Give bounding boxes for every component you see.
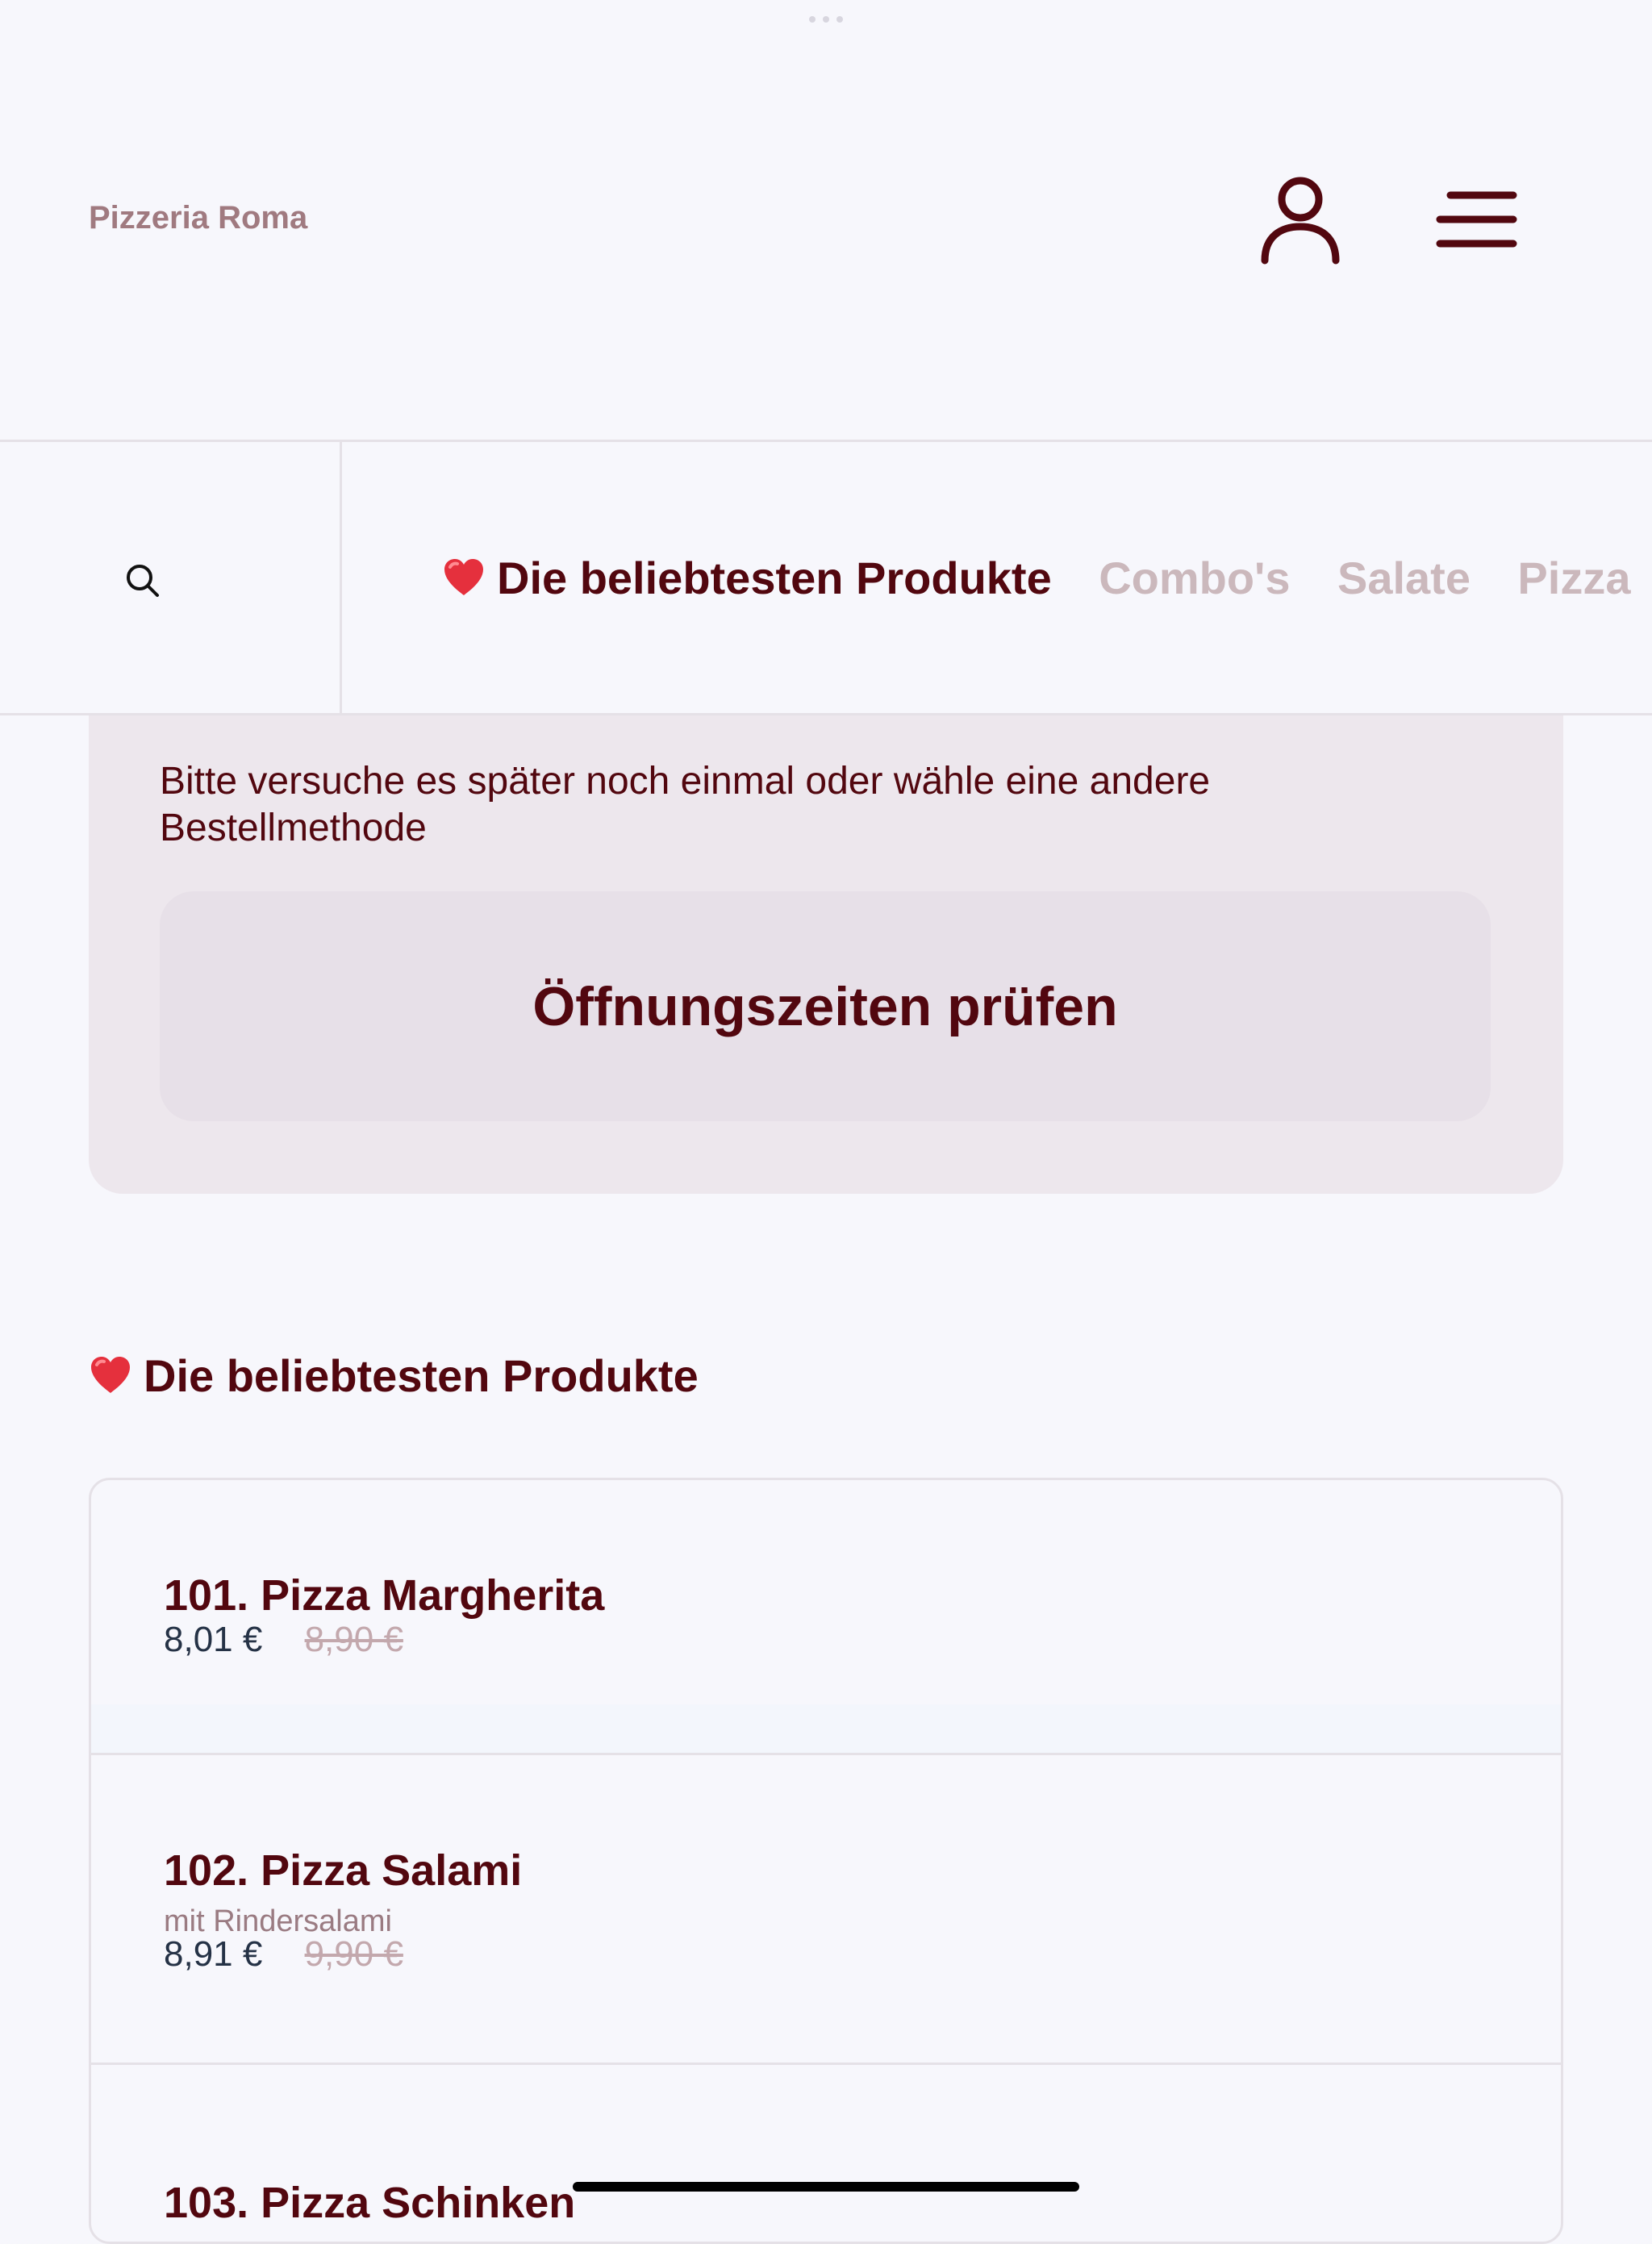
tab-salate[interactable]: Salate	[1337, 553, 1471, 604]
old-price: 9,90 €	[304, 1934, 403, 1974]
search-button[interactable]	[0, 442, 342, 713]
product-name: 103. Pizza Schinken	[164, 2179, 576, 2227]
product-row-pizza-salami[interactable]: 102. Pizza Salami mit Rindersalami 8,91 …	[91, 1753, 1561, 2065]
section-title-label: Die beliebtesten Produkte	[144, 1350, 699, 1401]
heart-icon	[91, 1357, 130, 1393]
check-opening-hours-button[interactable]: Öffnungszeiten prüfen	[160, 891, 1491, 1121]
old-price: 8,90 €	[304, 1620, 403, 1659]
product-row-pizza-margherita[interactable]: 101. Pizza Margherita 8,01 € 8,90 €	[91, 1480, 1561, 1753]
notice-message: Bitte versuche es später noch einmal ode…	[160, 760, 1211, 849]
product-list: 101. Pizza Margherita 8,01 € 8,90 € 102.…	[89, 1478, 1563, 2244]
product-price: 8,91 € 9,90 €	[164, 1934, 403, 1975]
category-navigation: Die beliebtesten Produkte Combo's Salate…	[0, 440, 1652, 715]
menu-icon[interactable]	[1434, 190, 1519, 250]
heart-icon	[444, 559, 483, 595]
tab-label: Die beliebtesten Produkte	[497, 553, 1052, 603]
section-title: Die beliebtesten Produkte	[89, 1349, 699, 1402]
product-name: 101. Pizza Margherita	[164, 1571, 605, 1620]
product-price: 8,01 € 8,90 €	[164, 1620, 403, 1660]
user-icon[interactable]	[1258, 173, 1343, 266]
ordering-unavailable-notice: Bitte versuche es später noch einmal ode…	[89, 682, 1563, 1194]
home-indicator	[573, 2182, 1079, 2192]
tab-combos[interactable]: Combo's	[1099, 553, 1290, 604]
header: Pizzeria Roma	[0, 0, 1652, 440]
product-row-pizza-schinken[interactable]: 103. Pizza Schinken	[91, 2065, 1561, 2242]
tab-die-beliebtesten-produkte[interactable]: Die beliebtesten Produkte	[442, 553, 1052, 604]
tab-pizza[interactable]: Pizza	[1517, 553, 1630, 604]
category-tabs: Die beliebtesten Produkte Combo's Salate…	[442, 553, 1652, 604]
brand-name: Pizzeria Roma	[89, 200, 308, 236]
product-name: 102. Pizza Salami	[164, 1846, 523, 1895]
current-price: 8,01 €	[164, 1620, 263, 1659]
current-price: 8,91 €	[164, 1934, 263, 1974]
search-icon	[127, 565, 159, 597]
